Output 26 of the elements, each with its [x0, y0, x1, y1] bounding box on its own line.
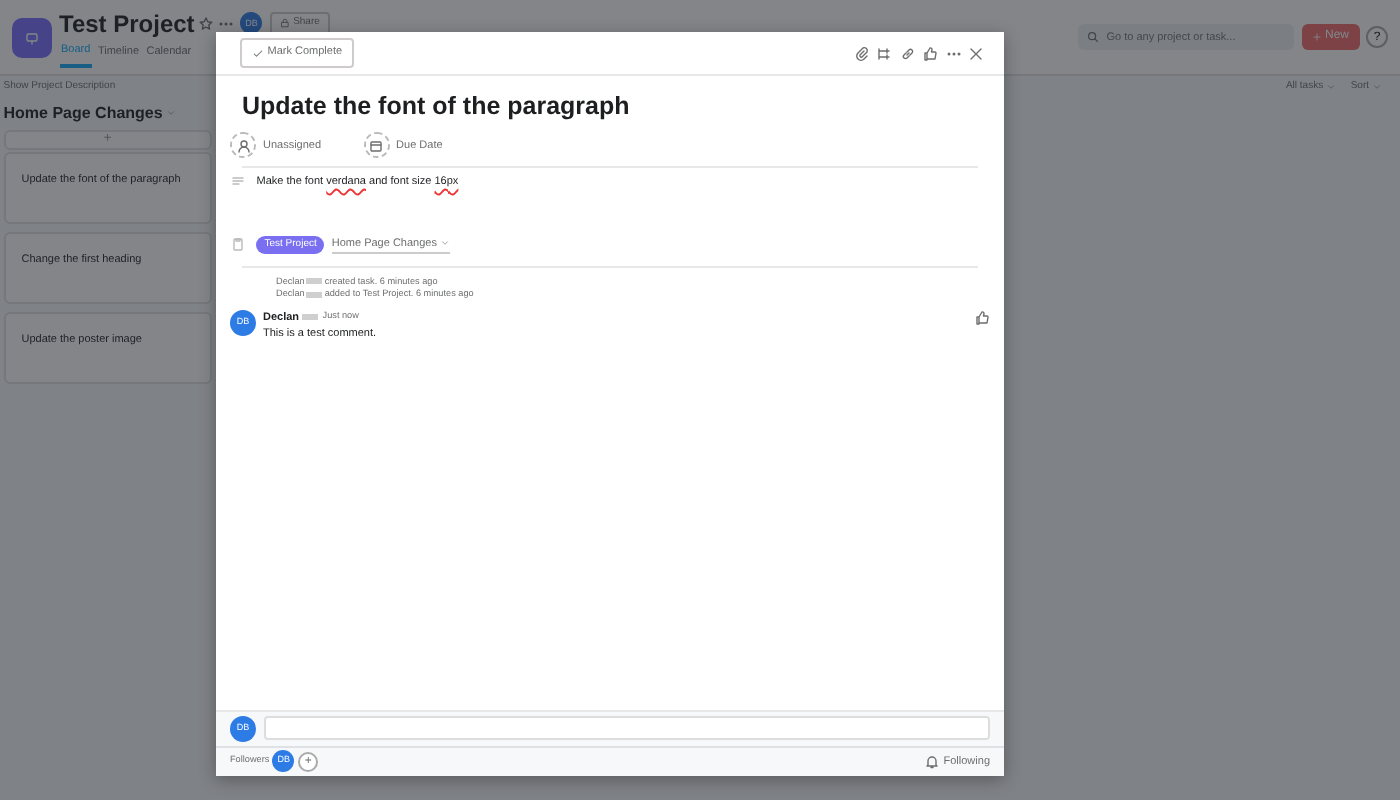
column-title: Home Page Changes — [3, 101, 163, 126]
project-icon — [24, 29, 40, 45]
caret-icon — [1326, 82, 1337, 92]
bell-icon — [924, 753, 941, 770]
thumbs-up-icon[interactable] — [922, 45, 938, 61]
link-icon[interactable] — [899, 45, 915, 61]
description-icon — [230, 174, 246, 191]
lock-icon — [279, 18, 290, 29]
assignee-avatar[interactable] — [230, 132, 256, 159]
subtask-icon[interactable] — [876, 45, 892, 61]
thumbs-up-icon[interactable] — [974, 309, 990, 326]
check-icon — [252, 47, 264, 59]
caret-icon — [1372, 82, 1383, 92]
project-title: Test Project — [59, 7, 195, 42]
close-icon[interactable] — [968, 45, 984, 61]
calendar-icon — [368, 137, 385, 154]
comment-field[interactable] — [263, 716, 990, 741]
plus-icon — [1311, 32, 1322, 42]
attachment-icon[interactable] — [853, 45, 869, 61]
due-date-picker[interactable] — [363, 132, 390, 159]
person-icon — [235, 137, 251, 154]
star-icon[interactable] — [198, 15, 215, 32]
search-icon — [1086, 30, 1101, 44]
task-title: Update the font of the paragraph — [242, 90, 632, 124]
chevron-icon — [440, 238, 451, 249]
clipboard-icon — [230, 236, 246, 253]
